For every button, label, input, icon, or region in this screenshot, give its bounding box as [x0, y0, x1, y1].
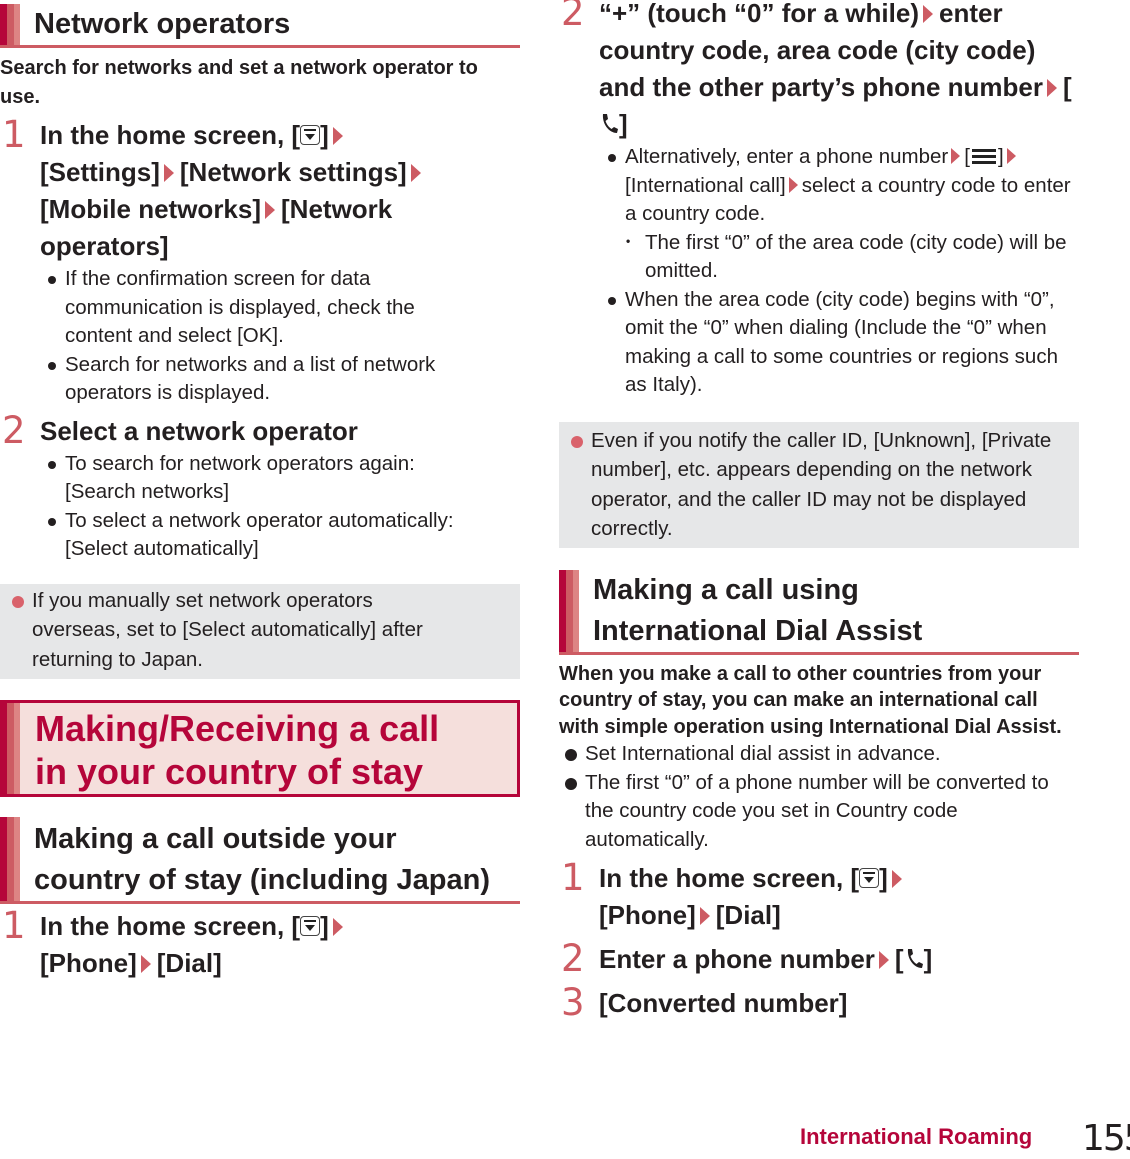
bullet: To search for network operators again: […: [0, 450, 520, 507]
heading-bar: [3, 703, 22, 794]
step-text-part: ]: [923, 944, 933, 974]
arrow-right-icon: [332, 918, 343, 936]
step-text-part: [: [894, 944, 904, 974]
section-heading-call-outside: Making a call outside your country of st…: [0, 817, 520, 904]
menu-item-dial: [Dial]: [715, 900, 781, 930]
step-2: 2 Select a network operator: [0, 408, 520, 452]
section-heading-dial-assist: Making a call using International Dial A…: [559, 569, 1079, 655]
lead-text: Search for networks and set a network op…: [0, 57, 478, 108]
options-menu-icon: [970, 147, 998, 165]
menu-item-phone: [Phone]: [599, 900, 696, 930]
bullet-text: Alternatively, enter a phone number: [625, 145, 949, 168]
arrow-right-icon: [922, 5, 933, 23]
step-text-part: ]: [320, 911, 329, 941]
note-box: Even if you notify the caller ID, [Unkno…: [559, 421, 1079, 548]
menu-item-settings: [Settings]: [40, 157, 160, 187]
step-text: “+” (touch “0” for a while) enter country…: [599, 0, 1079, 143]
step-text-part: ]: [320, 120, 329, 150]
arrow-right-icon: [951, 148, 961, 164]
step-text-part: In the home screen, [: [40, 120, 301, 150]
arrow-right-icon: [410, 164, 421, 182]
step-text: In the home screen, [] [Phone] [Dial]: [40, 908, 520, 982]
menu-item-network-settings: [Network settings]: [179, 157, 407, 187]
arrow-right-icon: [332, 127, 343, 145]
bullet: The first “0” of a phone number will be …: [559, 769, 1079, 855]
note-box: If you manually set network operators ov…: [0, 583, 520, 679]
step-number: 2: [561, 937, 585, 980]
step-text-part: ]: [879, 863, 888, 893]
step-number: 2: [2, 408, 26, 452]
phone-icon: [602, 114, 618, 133]
step-1: 1 In the home screen, [] [Phone] [Dial]: [559, 856, 1079, 934]
arrow-right-icon: [699, 907, 710, 925]
step-text-part: Enter a phone number: [599, 944, 875, 974]
phone-icon: [907, 949, 923, 968]
bullet: If the confirmation screen for data comm…: [0, 265, 520, 351]
heading-text: Making a call using International Dial A…: [593, 570, 1079, 652]
step-text-part: In the home screen, [: [599, 863, 860, 893]
heading-text: Making a call outside your country of st…: [34, 817, 520, 901]
arrow-right-icon: [878, 951, 889, 969]
arrow-right-icon: [163, 164, 174, 182]
step-text-part: “+” (touch “0” for a while): [599, 0, 919, 28]
bullet: To select a network operator automatical…: [0, 507, 520, 564]
arrow-right-icon: [265, 201, 276, 219]
arrow-right-icon: [140, 955, 151, 973]
menu-key-icon: [300, 125, 321, 145]
step-number: 2: [561, 0, 585, 34]
heading-bar: [0, 817, 20, 901]
note-item: If you manually set network operators ov…: [0, 586, 520, 675]
step-text-part: [: [1062, 72, 1072, 102]
arrow-right-icon: [891, 870, 902, 888]
step-2: 2 Enter a phone number []: [559, 937, 1079, 980]
step-number: 1: [2, 904, 26, 947]
note-item: Even if you notify the caller ID, [Unkno…: [559, 426, 1079, 544]
heading-bar: [559, 569, 579, 652]
step-1: 1 In the home screen, [] [Settings] [Netw…: [0, 113, 520, 265]
bullet: Search for networks and a list of networ…: [0, 351, 520, 408]
menu-item-dial: [Dial]: [156, 948, 222, 978]
menu-item-mobile-networks: [Mobile networks]: [40, 194, 262, 224]
step-text: [Converted number]: [599, 988, 848, 1018]
right-column: 2 “+” (touch “0” for a while) enter count…: [559, 0, 1079, 1024]
step-1: 1 In the home screen, [] [Phone] [Dial]: [0, 904, 520, 982]
step-text: Select a network operator: [40, 415, 358, 446]
menu-key-icon: [300, 916, 321, 936]
heading-line: Making a call using: [593, 573, 859, 606]
step-text: In the home screen, [] [Phone] [Dial]: [599, 860, 1079, 934]
step-text-part: ]: [619, 109, 628, 139]
step-number: 1: [561, 856, 585, 899]
chapter-title: Making/Receiving a call in your country …: [35, 708, 440, 792]
bullet-text: ]: [997, 145, 1004, 168]
menu-key-icon: [859, 868, 880, 888]
heading-bar: [0, 4, 20, 45]
step-number: 3: [561, 981, 585, 1024]
menu-item-international-call: [International call]: [625, 173, 786, 197]
step-text: In the home screen, [] [Settings] [Networ…: [40, 117, 520, 265]
lead-text: When you make a call to other countries …: [559, 662, 1062, 738]
arrow-right-icon: [1046, 79, 1057, 97]
step-text: Enter a phone number []: [599, 941, 1079, 978]
sub-bullet: The first “0” of the area code (city cod…: [559, 229, 1079, 286]
arrow-right-icon: [788, 176, 798, 193]
step-3: 3 [Converted number]: [559, 981, 1079, 1024]
heading-line: Making a call outside your: [34, 823, 397, 855]
arrow-right-icon: [1006, 148, 1016, 164]
chapter-heading: Making/Receiving a call in your country …: [0, 700, 520, 797]
menu-item-phone: [Phone]: [40, 948, 137, 978]
bullet: Set International dial assist in advance…: [559, 740, 1079, 769]
section-heading-network-operators: Network operators: [0, 4, 520, 48]
step-text-part: In the home screen, [: [40, 911, 301, 941]
bullet: When the area code (city code) begins wi…: [559, 286, 1079, 400]
step-number: 1: [2, 113, 26, 156]
page-number: 155: [1082, 1118, 1130, 1159]
heading-line: International Dial Assist: [593, 614, 923, 647]
heading-text: Network operators: [34, 8, 291, 40]
heading-line: country of stay (including Japan): [34, 864, 490, 896]
bullet: Alternatively, enter a phone number[] [I…: [559, 143, 1079, 229]
step-2: 2 “+” (touch “0” for a while) enter count…: [559, 0, 1079, 143]
footer-section-title: International Roaming: [800, 1124, 1033, 1149]
left-column: Network operators Search for networks an…: [0, 0, 520, 982]
